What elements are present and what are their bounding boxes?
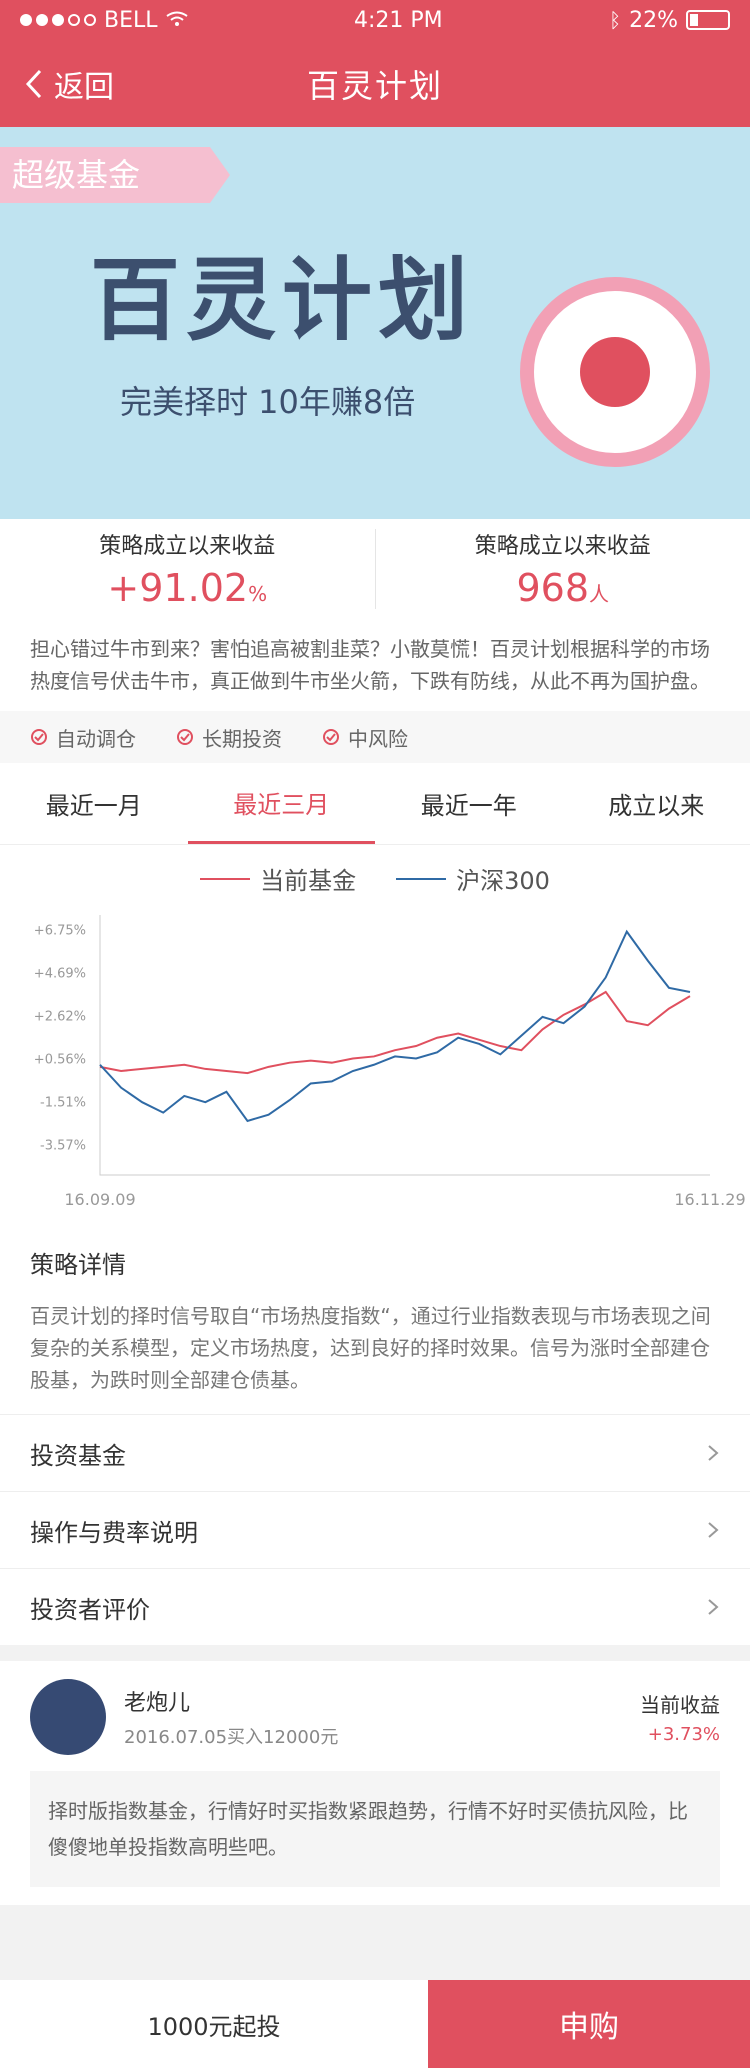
review-comment: 择时版指数基金，行情好时买指数紧跟趋势，行情不好时买债抗风险，比傻傻地单投指数高… xyxy=(30,1771,720,1887)
y-tick-label: +0.56% xyxy=(34,1052,86,1067)
chevron-right-icon xyxy=(708,1599,719,1615)
banner-title: 百灵计划 xyxy=(90,248,474,353)
check-circle-icon xyxy=(177,729,193,745)
stat-return-label: 策略成立以来收益 xyxy=(99,534,276,559)
review-date: 2016.07.05买入12000元 xyxy=(124,1727,339,1748)
signal-icon xyxy=(20,14,96,26)
legend-index: 沪深300 xyxy=(396,861,550,896)
y-tick-label: -1.51% xyxy=(40,1095,86,1110)
app: BELL 4:21 PM ᛒ 22% 返回 百灵计划 超级基金 百灵计划 完美择… xyxy=(0,0,750,2068)
battery-percent: 22% xyxy=(629,7,678,33)
review-meta: 老炮儿 2016.07.05买入12000元 xyxy=(124,1685,640,1749)
period-tabs: 最近一月 最近三月 最近一年 成立以来 xyxy=(0,763,750,845)
target-illustration xyxy=(520,277,710,467)
features: 自动调仓 长期投资 中风险 xyxy=(0,711,750,763)
line-chart: +6.75% +4.69% +2.62% +0.56% -1.51% -3.57% 16.0… xyxy=(34,915,746,1209)
status-bar: BELL 4:21 PM ᛒ 22% xyxy=(0,0,750,40)
banner[interactable]: 超级基金 百灵计划 完美择时 10年赚8倍 xyxy=(0,127,750,519)
wifi-icon xyxy=(165,8,188,33)
feature-item: 自动调仓 xyxy=(30,723,136,752)
back-label: 返回 xyxy=(54,69,114,105)
chart-legend: 当前基金 沪深300 xyxy=(0,845,750,896)
banner-subtitle: 完美择时 10年赚8倍 xyxy=(120,383,416,421)
y-tick-label: +2.62% xyxy=(34,1010,86,1025)
tab-1y[interactable]: 最近一年 xyxy=(375,763,563,844)
performance-chart: 当前基金 沪深300 +6.75% +4.69% +2.62% +0.56% -1.51… xyxy=(0,845,750,1225)
legend-fund: 当前基金 xyxy=(200,861,356,896)
tab-1m[interactable]: 最近一月 xyxy=(0,763,188,844)
page-title: 百灵计划 xyxy=(306,66,443,105)
check-circle-icon xyxy=(31,729,47,745)
series-line xyxy=(99,929,691,1123)
y-tick-label: -3.57% xyxy=(40,1138,86,1153)
check-circle-icon xyxy=(323,729,339,745)
review-card: 老炮儿 2016.07.05买入12000元 当前收益 +3.73% 择时版指数… xyxy=(0,1661,750,1905)
back-button[interactable]: 返回 xyxy=(24,62,114,106)
battery-icon xyxy=(685,10,730,30)
tab-inception[interactable]: 成立以来 xyxy=(563,763,750,844)
stat-return-value: +91.02% xyxy=(107,566,268,610)
avatar xyxy=(30,1679,106,1755)
navbar: 返回 百灵计划 xyxy=(0,40,750,127)
x-tick-label: 16.09.09 xyxy=(64,1190,135,1209)
carrier: BELL xyxy=(104,7,158,33)
earn-label: 当前收益 xyxy=(640,1693,720,1717)
stat-people: 策略成立以来收益 968人 xyxy=(376,519,750,619)
strategy-title: 策略详情 xyxy=(0,1225,750,1300)
stats: 策略成立以来收益 +91.02% 策略成立以来收益 968人 xyxy=(0,519,750,619)
min-invest: 1000元起投 xyxy=(0,1980,428,2068)
banner-tag: 超级基金 xyxy=(0,147,230,203)
series-line xyxy=(99,990,691,1075)
chart-axis xyxy=(99,915,710,1176)
buy-button[interactable]: 申购 xyxy=(428,1980,750,2068)
y-tick-label: +6.75% xyxy=(34,924,86,939)
earn-value: +3.73% xyxy=(647,1724,720,1745)
review-header: 老炮儿 2016.07.05买入12000元 当前收益 +3.73% xyxy=(30,1679,720,1755)
link-funds[interactable]: 投资基金 xyxy=(0,1414,750,1491)
reviewer-name: 老炮儿 xyxy=(124,1691,191,1716)
time: 4:21 PM xyxy=(353,7,443,33)
plan-description: 担心错过牛市到来？害怕追高被割韭菜？小散莫慌！百灵计划根据科学的市场热度信号伏击… xyxy=(0,619,750,711)
tab-3m[interactable]: 最近三月 xyxy=(187,763,375,844)
feature-item: 长期投资 xyxy=(176,723,282,752)
stat-people-label: 策略成立以来收益 xyxy=(474,534,651,559)
chevron-right-icon xyxy=(708,1445,719,1461)
chevron-right-icon xyxy=(708,1522,719,1538)
y-tick-label: +4.69% xyxy=(34,966,86,981)
review-earn: 当前收益 +3.73% xyxy=(640,1689,720,1745)
link-fees[interactable]: 操作与费率说明 xyxy=(0,1491,750,1568)
stat-return: 策略成立以来收益 +91.02% xyxy=(0,519,375,619)
header: BELL 4:21 PM ᛒ 22% 返回 百灵计划 xyxy=(0,0,750,127)
link-reviews[interactable]: 投资者评价 xyxy=(0,1568,750,1645)
x-tick-label: 16.11.29 xyxy=(674,1190,745,1209)
stat-people-value: 968人 xyxy=(516,566,610,610)
strategy-body: 百灵计划的择时信号取自“市场热度指数“，通过行业指数表现与市场表现之间复杂的关系… xyxy=(0,1300,750,1414)
footer: 1000元起投 申购 xyxy=(0,1980,750,2068)
bluetooth-icon: ᛒ xyxy=(609,8,622,32)
chevron-left-icon xyxy=(25,69,42,98)
feature-item: 中风险 xyxy=(322,723,408,752)
